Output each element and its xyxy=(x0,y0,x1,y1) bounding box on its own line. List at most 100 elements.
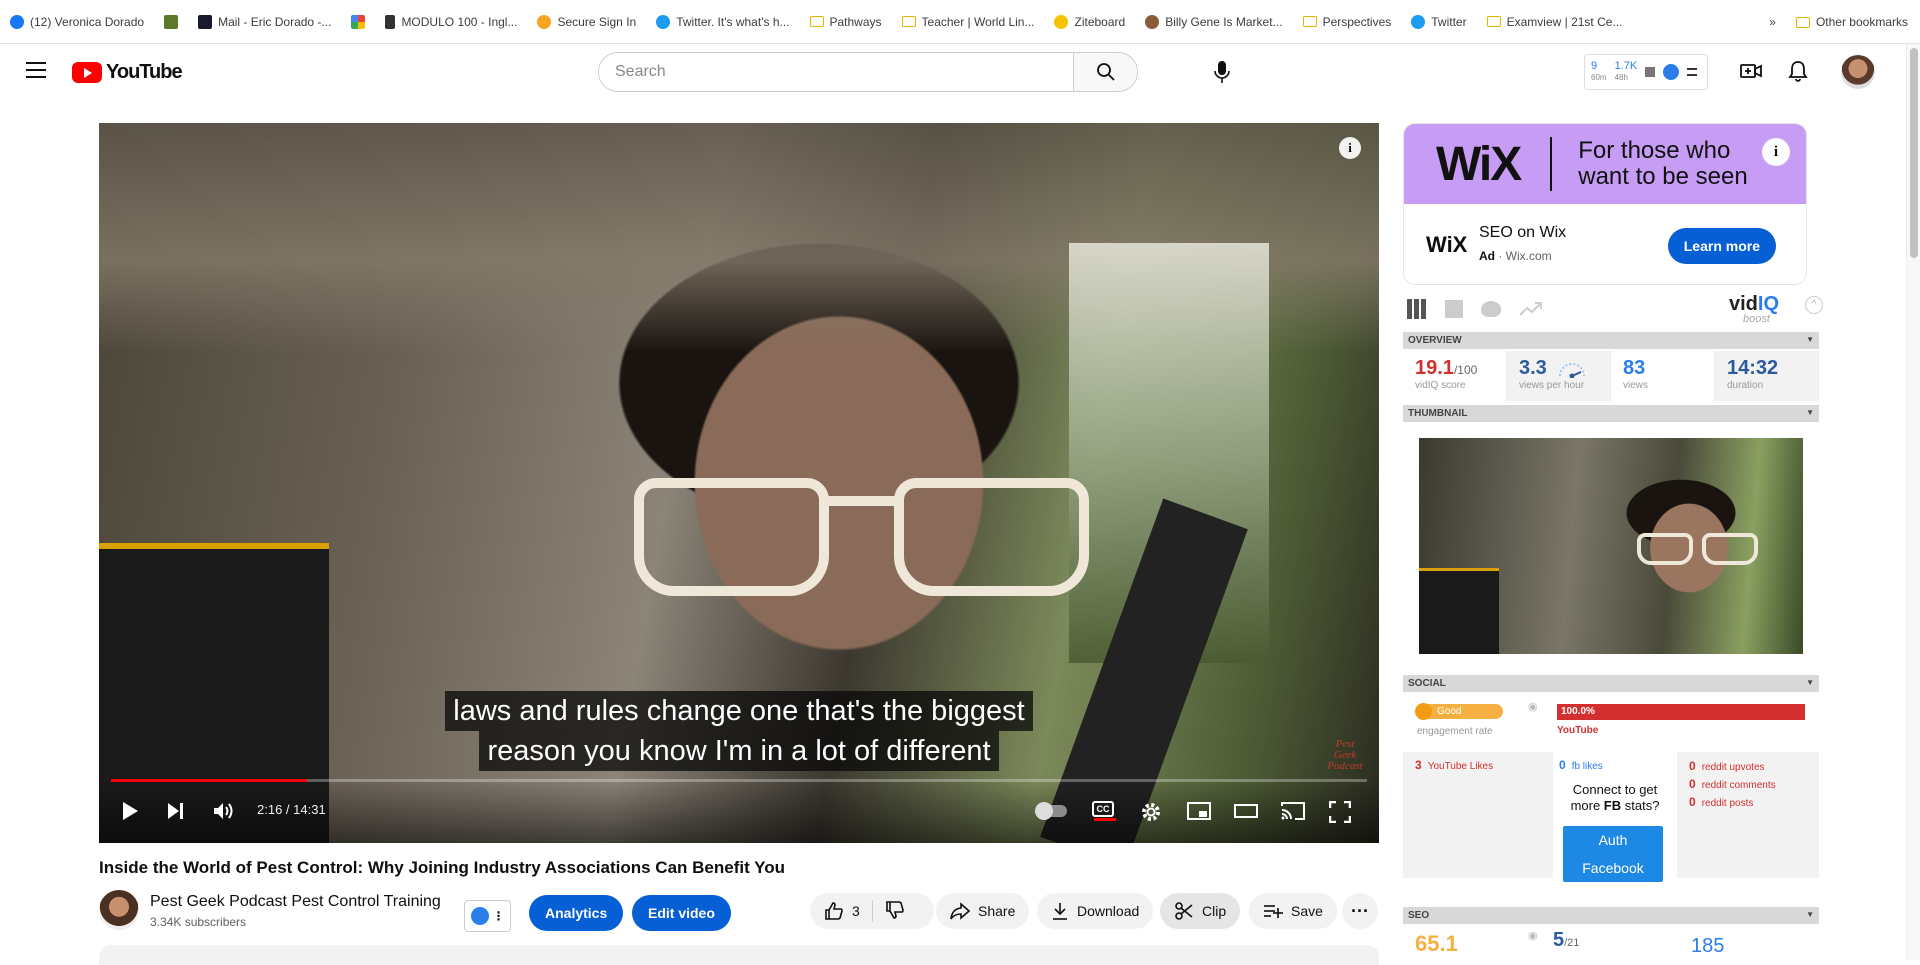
page-scrollbar[interactable] xyxy=(1906,44,1920,960)
progress-played xyxy=(111,779,307,782)
edit-video-button[interactable]: Edit video xyxy=(632,895,731,931)
more-actions-button[interactable]: ··· xyxy=(1342,893,1378,929)
bookmark-pinwheel[interactable] xyxy=(351,14,366,29)
create-button[interactable] xyxy=(1740,60,1762,87)
section-overview[interactable]: OVERVIEW ▼ xyxy=(1403,332,1819,349)
progress-bar[interactable] xyxy=(111,779,1367,782)
youtube-share-bar: 100.0% xyxy=(1557,704,1805,720)
pinwheel-icon xyxy=(351,14,366,29)
bookmark-mail[interactable]: Mail - Eric Dorado -... xyxy=(198,14,331,29)
video-thumbnail[interactable] xyxy=(1419,438,1803,654)
download-icon xyxy=(1053,903,1067,920)
fullscreen-icon xyxy=(1328,800,1352,824)
share-icon xyxy=(950,902,970,920)
views-per-hour: 3.3 views per hour xyxy=(1507,351,1611,401)
autoplay-toggle[interactable] xyxy=(1035,802,1067,820)
list-icon xyxy=(1687,68,1698,76)
other-bookmarks[interactable]: Other bookmarks xyxy=(1795,15,1908,29)
bookmark-secure-sign-in[interactable]: Secure Sign In xyxy=(537,14,636,29)
bookmark-twitter-1[interactable]: Twitter. It's what's h... xyxy=(656,14,790,29)
section-seo[interactable]: SEO ▼ xyxy=(1403,907,1819,924)
clip-button[interactable]: Clip xyxy=(1160,893,1241,929)
channel-watermark[interactable]: Pest Geek Podcast xyxy=(1325,739,1365,772)
bookmark-perspectives[interactable]: Perspectives xyxy=(1302,15,1391,29)
eye-icon[interactable]: ◉ xyxy=(1528,929,1538,942)
channel-name[interactable]: Pest Geek Podcast Pest Control Training xyxy=(150,893,441,911)
collapse-icon[interactable]: ^ xyxy=(1805,296,1823,314)
search-button[interactable] xyxy=(1073,53,1137,91)
collapse-arrow-icon: ▼ xyxy=(1806,335,1814,344)
bookmark-facebook[interactable]: (12) Veronica Dorado xyxy=(10,14,144,29)
subtitles-button[interactable]: CC xyxy=(1092,801,1116,821)
download-button[interactable]: Download xyxy=(1037,893,1154,929)
analytics-button[interactable]: Analytics xyxy=(529,895,624,931)
playlist-add-icon xyxy=(1264,905,1283,918)
reddit-comments: 0 reddit comments xyxy=(1689,777,1776,791)
share-button[interactable]: Share xyxy=(936,893,1030,929)
gauge-icon xyxy=(1558,362,1585,378)
ad-title: SEO on Wix xyxy=(1479,224,1567,241)
search-input[interactable] xyxy=(599,53,1073,91)
volume-button[interactable] xyxy=(213,801,235,826)
bookmark-twitter-2[interactable]: Twitter xyxy=(1411,14,1467,29)
twitter-icon[interactable] xyxy=(1481,301,1501,317)
bookmark-modulo[interactable]: MODULO 100 - Ingl... xyxy=(385,14,517,29)
ad-info-icon[interactable]: i xyxy=(1762,138,1790,166)
sidebar-ad[interactable]: WiX For those who want to be seen i WiX S… xyxy=(1403,123,1807,285)
miniplayer-button[interactable] xyxy=(1187,801,1211,826)
overview-stats: 19.1/100 vidIQ score 3.3 views per hour 83… xyxy=(1403,351,1819,401)
microphone-icon xyxy=(1214,61,1230,83)
bookmark-crest[interactable] xyxy=(164,14,179,29)
folder-icon xyxy=(901,16,916,27)
youtube-logo[interactable]: YouTube xyxy=(72,61,183,84)
fullscreen-button[interactable] xyxy=(1328,800,1352,828)
thumbs-up-icon xyxy=(825,902,843,920)
info-icon[interactable]: i xyxy=(1339,137,1361,159)
bookmark-pathways[interactable]: Pathways xyxy=(809,15,882,29)
eye-icon[interactable]: ◉ xyxy=(1528,700,1538,713)
section-social[interactable]: SOCIAL ▼ xyxy=(1403,675,1819,692)
grid-icon[interactable] xyxy=(1407,299,1427,319)
search-box xyxy=(598,52,1138,92)
modulo-icon xyxy=(385,14,396,29)
account-avatar[interactable] xyxy=(1841,55,1875,89)
collapse-arrow-icon: ▼ xyxy=(1806,678,1814,687)
bar-chart-icon[interactable] xyxy=(1445,300,1463,318)
theater-mode-button[interactable] xyxy=(1234,801,1258,826)
save-button[interactable]: Save xyxy=(1249,893,1337,929)
learn-more-button[interactable]: Learn more xyxy=(1667,228,1776,264)
settings-button[interactable] xyxy=(1140,801,1162,828)
vidiq-channel-button[interactable]: ⋮ xyxy=(464,900,511,932)
scrollbar-thumb[interactable] xyxy=(1910,48,1918,258)
thumbs-down-icon xyxy=(885,900,904,919)
gear-icon xyxy=(1142,803,1160,821)
notifications-button[interactable] xyxy=(1788,60,1808,87)
ad-banner[interactable]: WiX For those who want to be seen xyxy=(1404,124,1806,204)
trending-icon[interactable] xyxy=(1519,301,1543,317)
video-player[interactable]: i laws and rules change one that's the b… xyxy=(99,123,1379,843)
bookmark-examview[interactable]: Examview | 21st Ce... xyxy=(1486,15,1622,29)
time-display: 2:16 / 14:31 xyxy=(257,802,326,817)
bookmark-ziteboard[interactable]: Ziteboard xyxy=(1054,14,1125,29)
bookmark-billy-gene[interactable]: Billy Gene Is Market... xyxy=(1145,14,1283,29)
auth-facebook-button[interactable]: Auth Facebook xyxy=(1563,826,1663,882)
bookmarks-overflow-icon[interactable]: » xyxy=(1769,15,1776,29)
vidiq-toolbar[interactable]: 9 60m 1.7K 48h xyxy=(1584,54,1708,90)
seo-tags: 5/21 xyxy=(1553,929,1580,951)
channel-avatar[interactable] xyxy=(99,890,139,930)
description-box[interactable] xyxy=(99,945,1379,965)
vidiq-tabs xyxy=(1407,299,1543,319)
dislike-button[interactable] xyxy=(885,900,905,923)
menu-icon[interactable] xyxy=(26,62,46,78)
section-thumbnail[interactable]: THUMBNAIL ▼ xyxy=(1403,405,1819,422)
next-button[interactable] xyxy=(167,801,185,826)
divider xyxy=(1550,137,1553,191)
bookmark-teacher[interactable]: Teacher | World Lin... xyxy=(901,15,1034,29)
voice-search-button[interactable] xyxy=(1214,60,1230,89)
cast-button[interactable] xyxy=(1281,801,1305,826)
mail-icon xyxy=(198,14,213,29)
play-button[interactable] xyxy=(121,801,139,826)
folder-icon xyxy=(1795,16,1810,28)
like-button[interactable]: 3 xyxy=(824,901,860,921)
ad-tagline: For those who want to be seen xyxy=(1578,137,1748,190)
